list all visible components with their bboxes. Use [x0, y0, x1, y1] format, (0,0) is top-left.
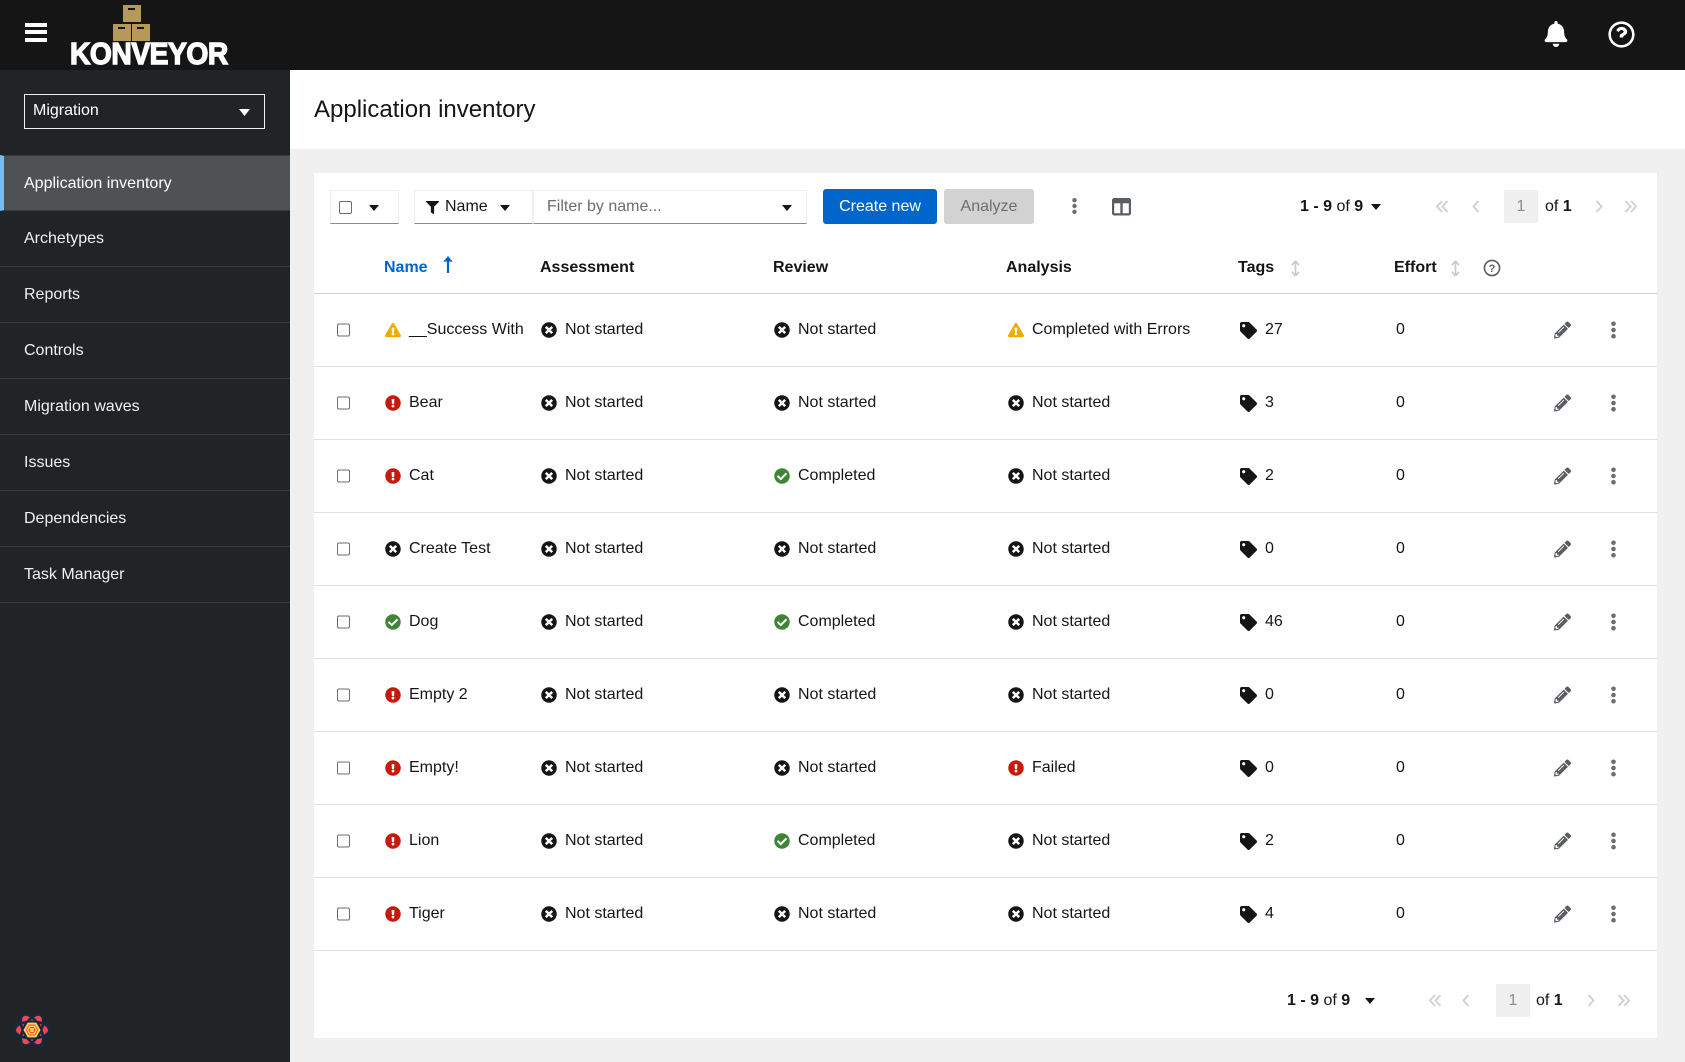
svg-text:?: ?: [1489, 263, 1496, 275]
